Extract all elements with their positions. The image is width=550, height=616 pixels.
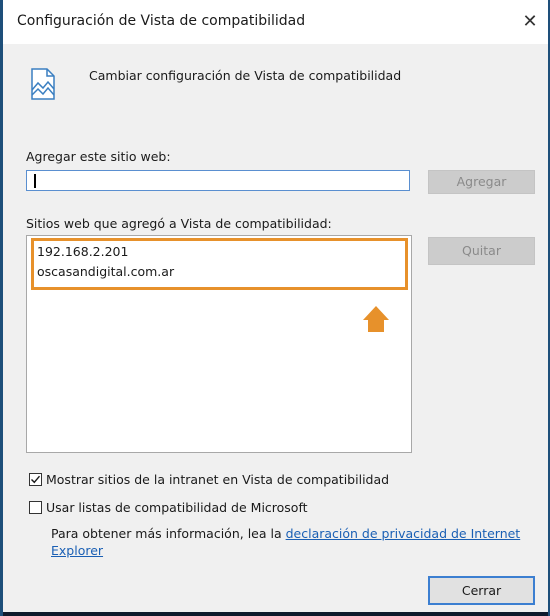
microsoft-lists-option[interactable]: Usar listas de compatibilidad de Microso… [29,498,308,516]
close-icon[interactable]: ✕ [512,4,548,40]
sites-list-label: Sitios web que agregó a Vista de compati… [26,216,332,231]
dialog-title: Configuración de Vista de compatibilidad [17,13,306,29]
close-button[interactable]: Cerrar [428,576,535,605]
add-site-input[interactable] [26,170,410,191]
intranet-label: Mostrar sitios de la intranet en Vista d… [46,471,390,487]
remove-button[interactable]: Quitar [428,237,535,265]
annotation-arrow-icon [363,306,389,332]
title-bar[interactable]: Configuración de Vista de compatibilidad… [3,0,548,44]
text-caret [34,174,36,188]
add-site-label: Agregar este sitio web: [26,149,171,164]
compatibility-settings-icon [31,68,55,100]
header-text: Cambiar configuración de Vista de compat… [89,68,402,83]
microsoft-lists-checkbox[interactable] [29,500,42,514]
intranet-option[interactable]: Mostrar sitios de la intranet en Vista d… [29,470,389,488]
privacy-info-prefix: Para obtener más información, lea la [51,526,286,541]
add-button[interactable]: Agregar [428,170,535,194]
privacy-statement-link[interactable]: declaración de privacidad de Internet [286,526,521,541]
privacy-statement-link-continued[interactable]: Explorer [51,543,103,558]
microsoft-lists-label: Usar listas de compatibilidad de Microso… [46,499,308,515]
privacy-info-text: Para obtener más información, lea la dec… [51,525,545,543]
intranet-checkbox[interactable] [29,472,42,486]
annotation-highlight-box [31,238,408,290]
checkmark-icon [31,475,41,483]
